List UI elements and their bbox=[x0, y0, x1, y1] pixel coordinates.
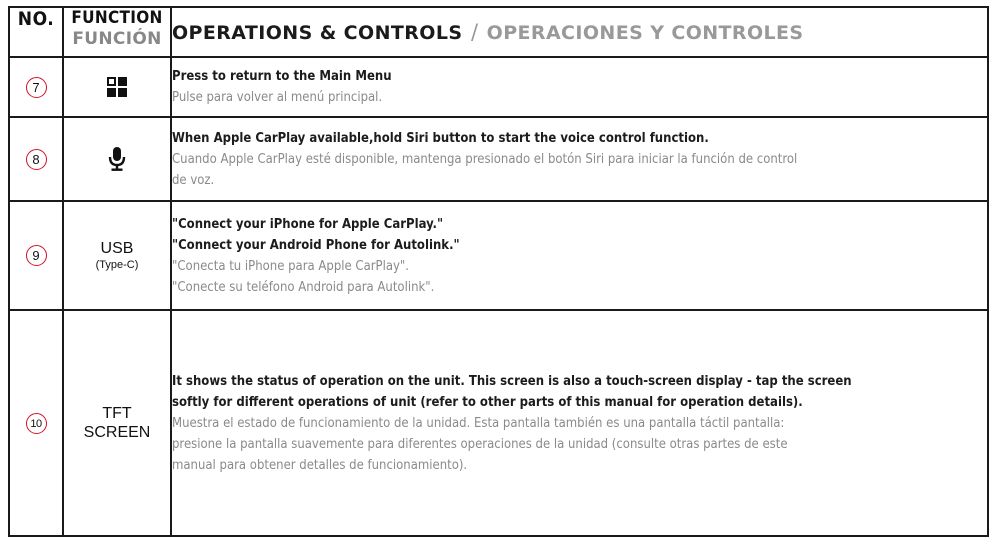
description-es-line: Pulse para volver al menú principal. bbox=[172, 90, 383, 105]
row-number-cell: 10 bbox=[8, 309, 64, 537]
table-row: 7 Press to return to the Main Menu Pulse… bbox=[8, 56, 989, 118]
header-function-en: FUNCTION bbox=[71, 8, 163, 28]
description-es-line: presione la pantalla suavemente para dif… bbox=[172, 436, 788, 452]
description-en-line: When Apple CarPlay available,hold Siri b… bbox=[172, 130, 709, 146]
function-cell bbox=[62, 116, 172, 202]
description-en-line: softly for different operations of unit … bbox=[172, 394, 803, 410]
row-number-cell: 7 bbox=[8, 56, 64, 118]
description-cell: When Apple CarPlay available,hold Siri b… bbox=[170, 116, 989, 202]
row-number-badge: 9 bbox=[25, 245, 47, 266]
header-separator: / bbox=[471, 20, 479, 44]
function-label: SCREEN bbox=[83, 424, 151, 441]
description-es-line: Muestra el estado de funcionamiento de l… bbox=[172, 415, 785, 431]
function-cell: USB (Type-C) bbox=[62, 200, 172, 311]
table-row: 9 USB (Type-C) "Connect your iPhone for … bbox=[8, 200, 989, 311]
description-es-line: Cuando Apple CarPlay esté disponible, ma… bbox=[172, 151, 798, 167]
table-header-row: NO. FUNCTION FUNCIÓN OPERATIONS & CONTRO… bbox=[8, 6, 989, 58]
description-en-line: Press to return to the Main Menu bbox=[172, 69, 392, 84]
description-en-line: It shows the status of operation on the … bbox=[172, 373, 852, 389]
header-operations-es: OPERACIONES Y CONTROLES bbox=[486, 22, 804, 44]
table-row: 8 When Apple CarPlay available,hold Siri… bbox=[8, 116, 989, 202]
description-cell: Press to return to the Main Menu Pulse p… bbox=[170, 56, 989, 118]
row-number-cell: 9 bbox=[8, 200, 64, 311]
main-menu-grid-icon bbox=[107, 77, 127, 97]
function-label: USB bbox=[100, 240, 134, 257]
function-label: TFT bbox=[102, 405, 132, 422]
description-es-line: manual para obtener detalles de funciona… bbox=[172, 457, 468, 473]
header-operations: OPERATIONS & CONTROLS / OPERACIONES Y CO… bbox=[170, 6, 989, 58]
description-en-line: "Connect your iPhone for Apple CarPlay." bbox=[172, 216, 444, 232]
function-sublabel: (Type-C) bbox=[95, 259, 139, 271]
row-number-badge: 7 bbox=[25, 76, 47, 98]
description-es-line: "Conecte su teléfono Android para Autoli… bbox=[172, 279, 435, 295]
description-cell: "Connect your iPhone for Apple CarPlay."… bbox=[170, 200, 989, 311]
description-cell: It shows the status of operation on the … bbox=[170, 309, 989, 537]
description-en-line: "Connect your Android Phone for Autolink… bbox=[172, 237, 460, 253]
microphone-icon bbox=[108, 147, 126, 171]
description-es-line: de voz. bbox=[172, 172, 215, 188]
header-function: FUNCTION FUNCIÓN bbox=[62, 6, 172, 58]
header-operations-en: OPERATIONS & CONTROLS bbox=[172, 22, 463, 44]
row-number-badge: 10 bbox=[25, 413, 47, 435]
row-number-cell: 8 bbox=[8, 116, 64, 202]
function-cell: TFT SCREEN bbox=[62, 309, 172, 537]
header-function-es: FUNCIÓN bbox=[72, 29, 162, 49]
operations-table: NO. FUNCTION FUNCIÓN OPERATIONS & CONTRO… bbox=[8, 6, 989, 537]
table-row: 10 TFT SCREEN It shows the status of ope… bbox=[8, 309, 989, 537]
function-cell bbox=[62, 56, 172, 118]
row-number-badge: 8 bbox=[25, 148, 47, 170]
header-no: NO. bbox=[8, 6, 64, 58]
description-es-line: "Conecta tu iPhone para Apple CarPlay". bbox=[172, 258, 410, 274]
